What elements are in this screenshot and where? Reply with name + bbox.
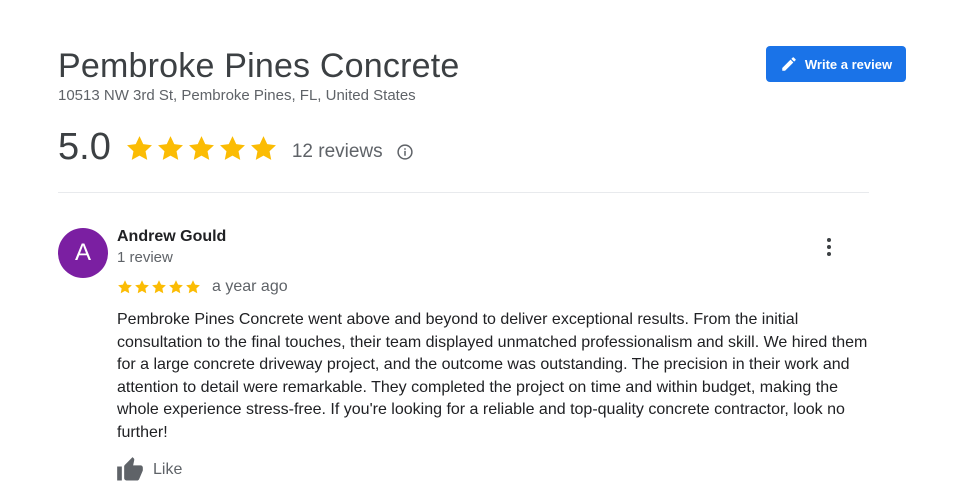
reviewer-review-count: 1 review	[117, 249, 173, 266]
rating-value: 5.0	[58, 126, 111, 168]
star-icon	[157, 135, 183, 160]
like-button[interactable]: Like	[116, 456, 182, 484]
thumbs-up-icon	[116, 456, 144, 484]
more-vert-icon	[826, 237, 832, 257]
like-label: Like	[153, 461, 183, 478]
pencil-icon	[780, 55, 798, 73]
review-stars	[117, 279, 201, 295]
star-icon	[169, 280, 183, 294]
reviews-page: Pembroke Pines Concrete 10513 NW 3rd St,…	[0, 0, 961, 498]
star-icon	[219, 135, 245, 160]
review-text: Pembroke Pines Concrete went above and b…	[117, 311, 868, 441]
star-icon	[152, 280, 166, 294]
star-icon	[250, 135, 276, 160]
avatar[interactable]: A	[58, 228, 108, 278]
info-icon[interactable]	[396, 143, 414, 161]
review-meta: a year ago	[117, 278, 288, 296]
business-address: 10513 NW 3rd St, Pembroke Pines, FL, Uni…	[58, 87, 416, 104]
write-review-label: Write a review	[804, 56, 893, 72]
divider	[58, 192, 869, 193]
rating-stars	[125, 134, 278, 163]
rating-summary: 5.0 12 reviews	[58, 124, 414, 170]
star-icon	[118, 280, 132, 294]
review-count[interactable]: 12 reviews	[292, 141, 383, 163]
star-icon	[186, 280, 200, 294]
star-icon	[135, 280, 149, 294]
business-name: Pembroke Pines Concrete	[58, 47, 460, 85]
star-icon	[188, 135, 214, 160]
star-icon	[126, 135, 152, 160]
more-options-button[interactable]	[816, 234, 842, 260]
reviewer-name[interactable]: Andrew Gould	[117, 228, 226, 246]
write-review-button[interactable]: Write a review	[766, 46, 906, 82]
review-date: a year ago	[212, 278, 288, 295]
